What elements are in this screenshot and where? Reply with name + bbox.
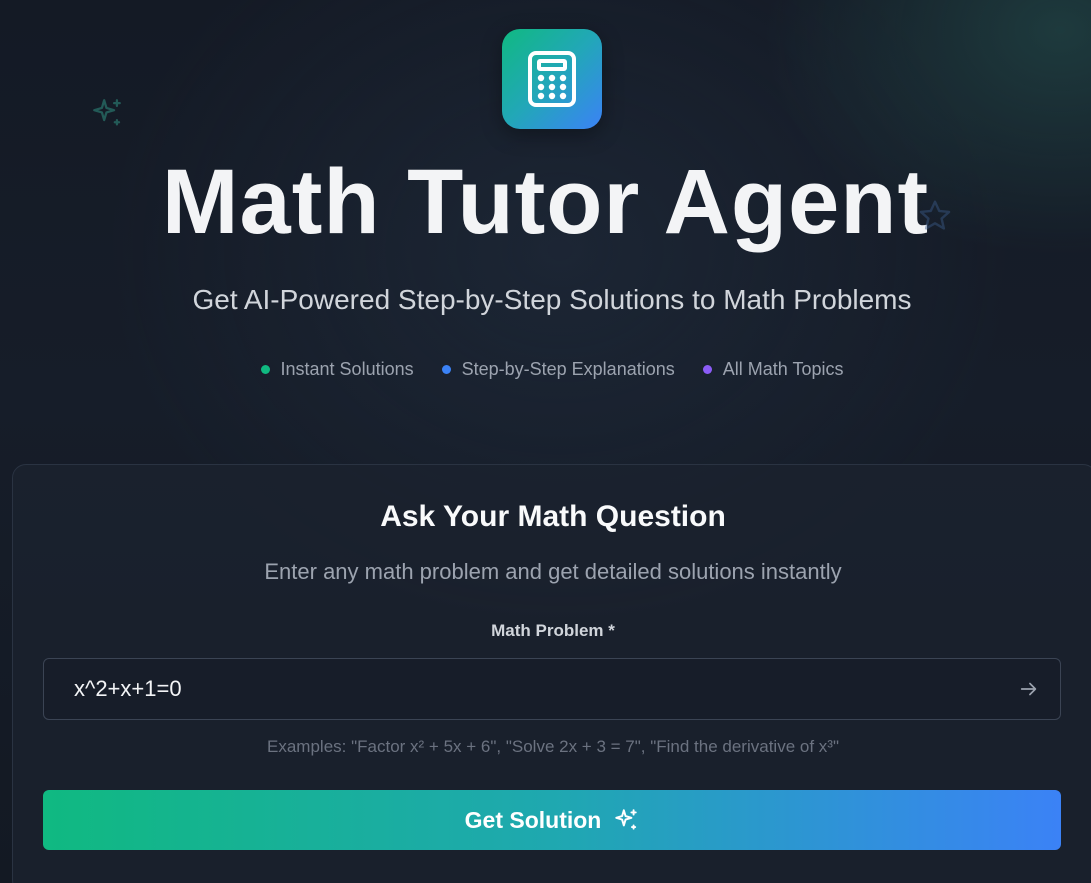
calculator-icon	[528, 51, 576, 107]
card-title: Ask Your Math Question	[380, 500, 726, 533]
app-logo	[502, 29, 602, 129]
card-description: Enter any math problem and get detailed …	[264, 559, 842, 584]
feature-label: Instant Solutions	[280, 359, 414, 379]
sparkles-decor-icon	[93, 99, 121, 126]
feature-label: All Math Topics	[722, 359, 844, 379]
status-dot	[441, 365, 451, 374]
feature-item-steps: Step-by-Step Explanations	[441, 359, 675, 380]
arrow-right-icon[interactable]	[1018, 678, 1040, 700]
get-solution-button[interactable]: Get Solution	[43, 790, 1061, 850]
question-card: Ask Your Math Question Enter any math pr…	[12, 464, 1091, 883]
status-dot	[260, 365, 270, 374]
math-problem-field	[43, 658, 1061, 720]
math-problem-input[interactable]	[44, 658, 1018, 720]
get-solution-label: Get Solution	[464, 806, 602, 833]
feature-list: Instant Solutions Step-by-Step Explanati…	[0, 359, 1091, 380]
feature-item-instant: Instant Solutions	[260, 359, 414, 380]
sparkles-icon	[615, 809, 638, 830]
math-problem-label: Math Problem *	[491, 621, 615, 640]
page-subtitle: Get AI-Powered Step-by-Step Solutions to…	[192, 284, 912, 315]
feature-item-topics: All Math Topics	[702, 359, 844, 380]
feature-label: Step-by-Step Explanations	[461, 359, 675, 379]
examples-hint: Examples: "Factor x² + 5x + 6", "Solve 2…	[267, 737, 839, 756]
star-decor-icon	[919, 200, 951, 230]
status-dot	[702, 365, 712, 374]
